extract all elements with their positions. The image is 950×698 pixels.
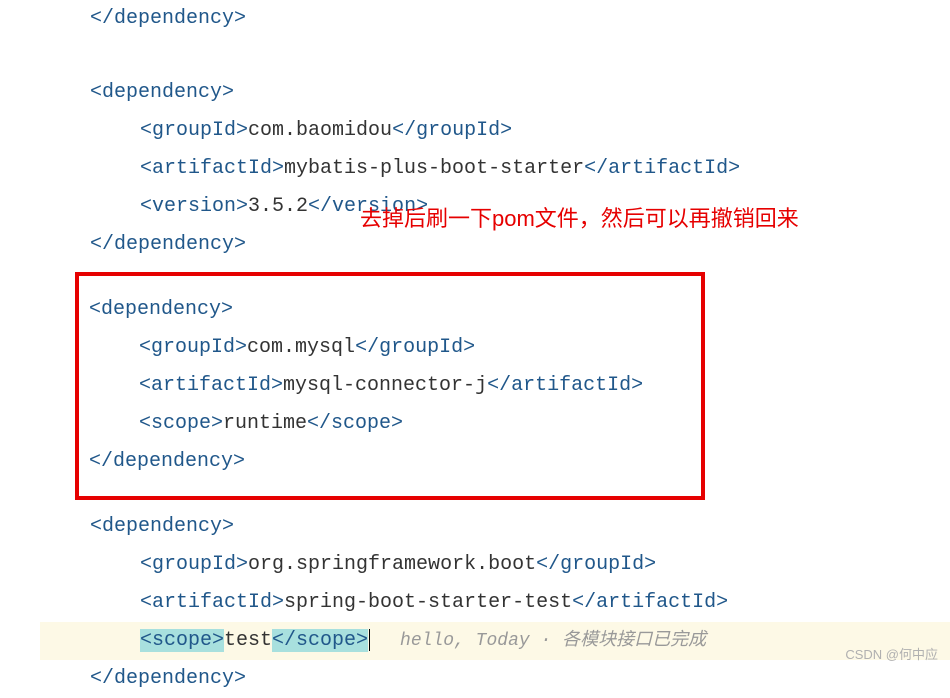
code-line: <scope>runtime</scope> <box>89 405 701 443</box>
code-line: <dependency> <box>89 291 701 329</box>
xml-tag: <version> <box>140 195 248 218</box>
xml-tag: <groupId> <box>140 119 248 142</box>
xml-tag: <dependency> <box>90 81 234 104</box>
current-line[interactable]: <scope>test</scope> hello, Today · 各模块接口已… <box>40 622 950 660</box>
blank-line <box>40 38 950 74</box>
xml-tag-selected: <scope> <box>140 629 224 652</box>
xml-tag: </artifactId> <box>487 374 643 397</box>
code-line: <dependency> <box>40 508 950 546</box>
code-line: </dependency> <box>40 0 950 38</box>
xml-text: spring-boot-starter-test <box>284 591 572 614</box>
highlight-box: <dependency> <groupId>com.mysql</groupId… <box>75 272 705 500</box>
code-line: <artifactId>spring-boot-starter-test</ar… <box>40 584 950 622</box>
xml-tag: </groupId> <box>392 119 512 142</box>
xml-tag-selected: </scope> <box>272 629 368 652</box>
annotation-text: 去掉后刷一下pom文件，然后可以再撤销回来 <box>360 198 799 240</box>
xml-tag: </dependency> <box>90 233 246 256</box>
xml-tag: <scope> <box>139 412 223 435</box>
xml-text: com.mysql <box>247 336 355 359</box>
xml-tag: </scope> <box>307 412 403 435</box>
xml-tag: <artifactId> <box>140 591 284 614</box>
xml-tag: </dependency> <box>90 7 246 30</box>
xml-text: 3.5.2 <box>248 195 308 218</box>
code-line: <artifactId>mybatis-plus-boot-starter</a… <box>40 150 950 188</box>
xml-text: runtime <box>223 412 307 435</box>
code-line: <groupId>com.baomidou</groupId> <box>40 112 950 150</box>
hint-separator: · <box>530 631 562 651</box>
watermark: CSDN @何中应 <box>845 644 938 663</box>
code-line: <groupId>org.springframework.boot</group… <box>40 546 950 584</box>
xml-text: mysql-connector-j <box>283 374 487 397</box>
xml-tag: </groupId> <box>536 553 656 576</box>
code-editor[interactable]: </dependency> <dependency> <groupId>com.… <box>0 0 950 698</box>
code-line: </dependency> <box>40 660 950 698</box>
hint-text: hello, Today <box>400 631 530 651</box>
code-line: <dependency> <box>40 74 950 112</box>
text-cursor <box>369 629 370 651</box>
xml-text: com.baomidou <box>248 119 392 142</box>
xml-tag: <groupId> <box>139 336 247 359</box>
xml-tag: <artifactId> <box>139 374 283 397</box>
inline-hint: hello, Today · 各模块接口已完成 <box>400 631 706 651</box>
xml-text: test <box>224 629 272 652</box>
xml-tag: </artifactId> <box>572 591 728 614</box>
xml-tag: </dependency> <box>89 450 245 473</box>
code-line: </dependency> <box>89 443 701 481</box>
xml-text: org.springframework.boot <box>248 553 536 576</box>
xml-tag: <dependency> <box>90 515 234 538</box>
xml-tag: <dependency> <box>89 298 233 321</box>
xml-tag: </groupId> <box>355 336 475 359</box>
hint-text-cn: 各模块接口已完成 <box>562 629 706 649</box>
code-line: <groupId>com.mysql</groupId> <box>89 329 701 367</box>
xml-tag: </dependency> <box>90 667 246 690</box>
xml-text: mybatis-plus-boot-starter <box>284 157 584 180</box>
code-line: <artifactId>mysql-connector-j</artifactI… <box>89 367 701 405</box>
xml-tag: <artifactId> <box>140 157 284 180</box>
xml-tag: <groupId> <box>140 553 248 576</box>
xml-tag: </artifactId> <box>584 157 740 180</box>
